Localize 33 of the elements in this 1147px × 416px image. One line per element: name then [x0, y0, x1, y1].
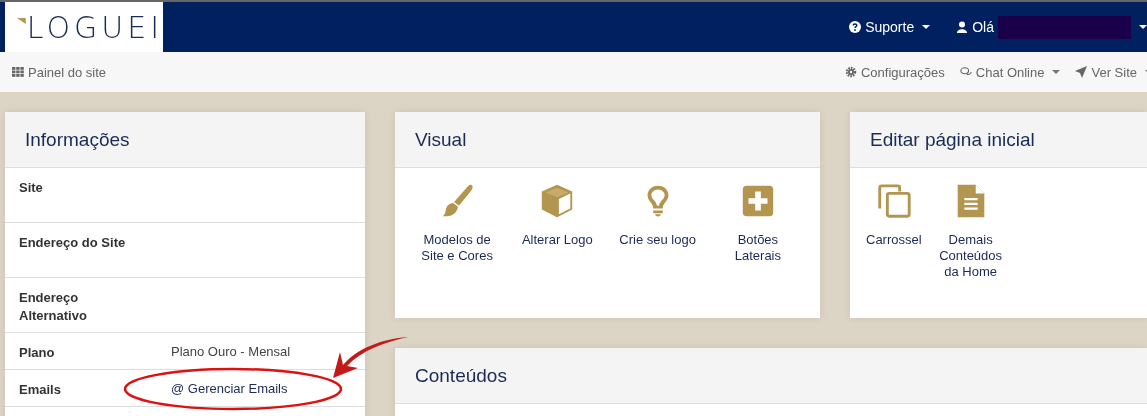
card-title: Visual: [395, 112, 820, 168]
tile-link[interactable]: Alterar Logo: [517, 232, 598, 248]
dashboard-link[interactable]: Painel do site: [12, 64, 107, 80]
tile-link[interactable]: Modelos de Site e Cores: [417, 232, 498, 264]
settings-icon: [845, 66, 857, 78]
support-menu[interactable]: Suporte: [849, 19, 931, 35]
toolbar-link[interactable]: Ver Site: [1075, 64, 1147, 80]
toolbar-link[interactable]: Chat Online: [959, 64, 1061, 80]
user-menu[interactable]: Olá: [956, 15, 1147, 39]
info-label: Endereço do Site: [19, 234, 127, 252]
toolbar-link[interactable]: Configurações: [845, 64, 945, 80]
info-label: Plano: [19, 344, 56, 362]
card-title: Informações: [5, 112, 365, 168]
card-title: Editar página inicial: [850, 112, 1147, 168]
manage-emails-link[interactable]: @ Gerenciar Emails: [171, 381, 288, 396]
info-label: Endereço Alternativo: [19, 289, 88, 325]
caret-icon: [1139, 25, 1147, 29]
user-icon: [956, 21, 969, 33]
card-title: Conteúdos: [395, 348, 1147, 404]
chat-icon: [959, 66, 972, 78]
tile-link[interactable]: Crie seu logo: [617, 232, 698, 248]
grid-icon: [12, 66, 24, 78]
info-label: Site: [19, 179, 44, 197]
rocket-icon: [1075, 66, 1088, 78]
tile-link[interactable]: Carrossel: [866, 232, 922, 248]
tile-link[interactable]: Botões Laterais: [717, 232, 798, 264]
help-icon: [849, 21, 862, 33]
caret-icon: [922, 25, 931, 29]
logo-text: LOGUEI: [26, 9, 163, 45]
info-label: Emails: [19, 381, 62, 399]
tile-link[interactable]: Demais Conteúdos da Home: [935, 232, 1006, 280]
logo[interactable]: LOGUEI: [5, 2, 163, 52]
info-value: Plano Ouro - Mensal: [171, 344, 291, 359]
